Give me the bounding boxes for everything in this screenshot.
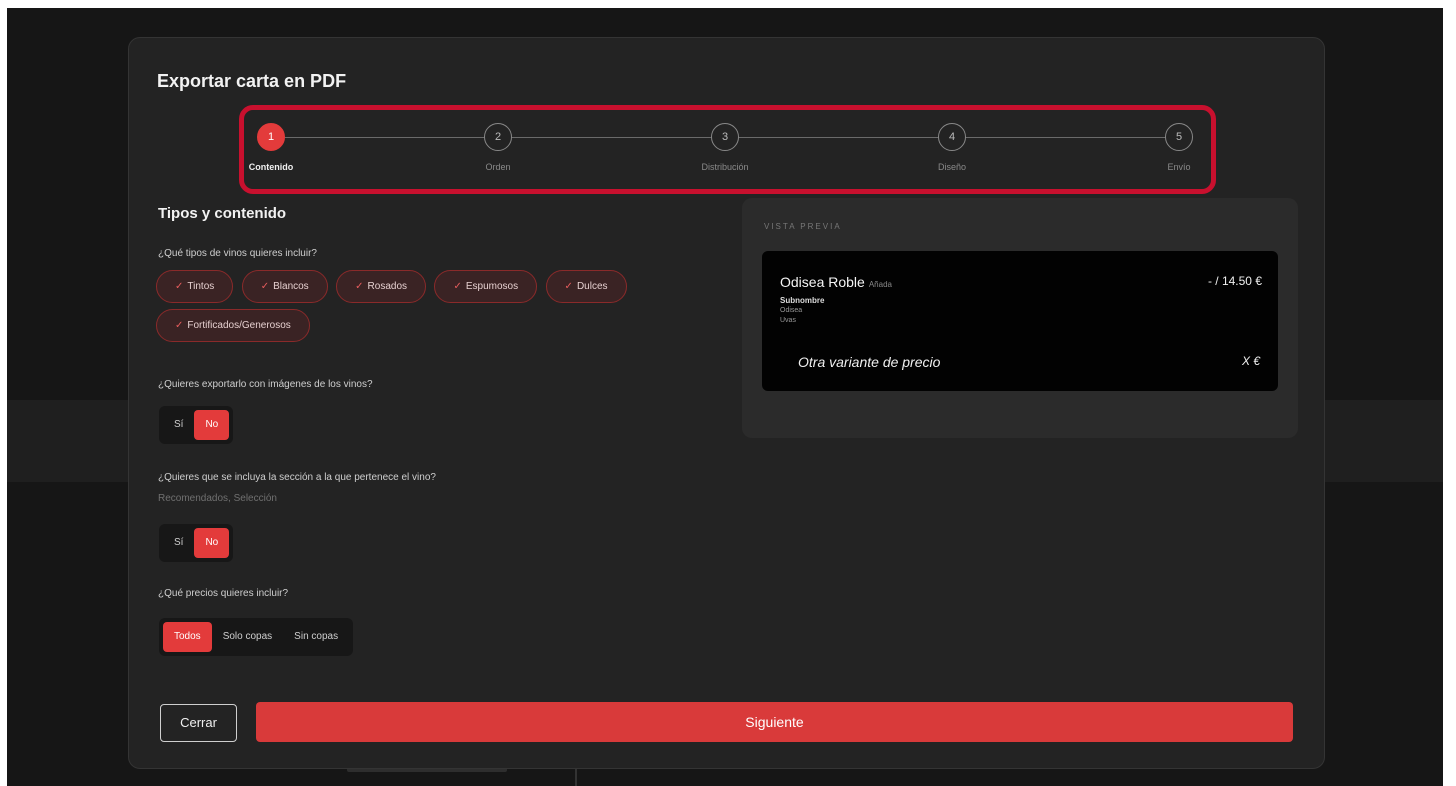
check-icon: ✓ bbox=[564, 281, 573, 292]
images-yes-option[interactable]: Sí bbox=[163, 410, 194, 440]
prices-glasses-only-option[interactable]: Solo copas bbox=[212, 622, 283, 652]
step-envio[interactable]: 5 Envío bbox=[1109, 123, 1249, 172]
close-button[interactable]: Cerrar bbox=[160, 704, 237, 742]
section-yes-option[interactable]: Sí bbox=[163, 528, 194, 558]
step-number: 5 bbox=[1165, 123, 1193, 151]
images-toggle: Sí No bbox=[159, 406, 234, 444]
chip-dulces[interactable]: ✓ Dulces bbox=[545, 270, 627, 303]
check-icon: ✓ bbox=[175, 320, 184, 331]
preview-card: Odisea Roble Añada - / 14.50 € Subnombre … bbox=[762, 251, 1278, 391]
chip-label: Blancos bbox=[273, 281, 309, 292]
step-diseno[interactable]: 4 Diseño bbox=[882, 123, 1022, 172]
preview-title: VISTA PREVIA bbox=[764, 222, 842, 231]
section-title: Tipos y contenido bbox=[158, 205, 287, 222]
prices-all-option[interactable]: Todos bbox=[163, 622, 212, 652]
chip-espumosos[interactable]: ✓ Espumosos bbox=[434, 270, 538, 303]
check-icon: ✓ bbox=[355, 281, 364, 292]
check-icon: ✓ bbox=[453, 281, 462, 292]
step-orden[interactable]: 2 Orden bbox=[428, 123, 568, 172]
prices-no-glasses-option[interactable]: Sin copas bbox=[283, 622, 349, 652]
next-button[interactable]: Siguiente bbox=[256, 702, 1293, 742]
wine-types-question: ¿Qué tipos de vinos quieres incluir? bbox=[158, 248, 317, 259]
wine-vintage: Añada bbox=[868, 280, 892, 289]
wine-name-text: Odisea Roble bbox=[780, 274, 865, 290]
chip-label: Espumosos bbox=[465, 281, 519, 292]
prices-question: ¿Qué precios quieres incluir? bbox=[158, 588, 289, 599]
section-include-question: ¿Quieres que se incluya la sección a la … bbox=[158, 472, 436, 483]
chip-label: Tintos bbox=[187, 281, 215, 292]
check-icon: ✓ bbox=[175, 281, 184, 292]
section-no-option[interactable]: No bbox=[194, 528, 230, 558]
images-question: ¿Quieres exportarlo con imágenes de los … bbox=[158, 379, 373, 390]
variant-price: X € bbox=[1241, 354, 1260, 368]
wine-type-chips: ✓ Tintos ✓ Blancos ✓ Rosados ✓ Espumosos ✓ Du… bbox=[156, 270, 716, 348]
step-number: 3 bbox=[711, 123, 739, 151]
step-number: 4 bbox=[938, 123, 966, 151]
chip-label: Rosados bbox=[367, 281, 407, 292]
step-number: 1 bbox=[257, 123, 285, 151]
dialog-title: Exportar carta en PDF bbox=[157, 71, 347, 91]
check-icon: ✓ bbox=[260, 281, 270, 292]
stepper: 1 Contenido 2 Orden 3 Distribución 4 Dis… bbox=[241, 123, 1198, 183]
wine-subname: Subnombre bbox=[780, 296, 825, 305]
chip-rosados[interactable]: ✓ Rosados bbox=[336, 270, 426, 303]
step-label: Envío bbox=[1167, 162, 1191, 172]
step-label: Distribución bbox=[701, 162, 749, 172]
prices-toggle: Todos Solo copas Sin copas bbox=[159, 618, 354, 656]
wine-grape: Uvas bbox=[780, 317, 796, 324]
wine-winery: Odisea bbox=[780, 307, 803, 314]
step-distribucion[interactable]: 3 Distribución bbox=[655, 123, 795, 172]
step-label: Contenido bbox=[248, 162, 294, 172]
chip-label: Fortificados/Generosos bbox=[187, 320, 291, 331]
chip-label: Dulces bbox=[576, 281, 608, 292]
step-contenido[interactable]: 1 Contenido bbox=[201, 123, 341, 172]
images-no-option[interactable]: No bbox=[194, 410, 230, 440]
chip-fortificados[interactable]: ✓ Fortificados/Generosos bbox=[156, 309, 310, 342]
variant-label: Otra variante de precio bbox=[798, 354, 941, 370]
section-include-hint: Recomendados, Selección bbox=[158, 493, 277, 504]
preview-panel: VISTA PREVIA Odisea Roble Añada - / 14.50… bbox=[742, 198, 1298, 438]
export-pdf-dialog: Exportar carta en PDF 1 Contenido 2 Orde… bbox=[128, 37, 1325, 769]
step-label: Diseño bbox=[937, 162, 966, 172]
wine-price: - / 14.50 € bbox=[1207, 274, 1262, 288]
chip-tintos[interactable]: ✓ Tintos bbox=[156, 270, 234, 303]
step-label: Orden bbox=[485, 162, 511, 172]
chip-blancos[interactable]: ✓ Blancos bbox=[241, 270, 328, 303]
step-number: 2 bbox=[484, 123, 512, 151]
section-include-toggle: Sí No bbox=[159, 524, 234, 562]
wine-name: Odisea Roble Añada bbox=[780, 274, 892, 290]
